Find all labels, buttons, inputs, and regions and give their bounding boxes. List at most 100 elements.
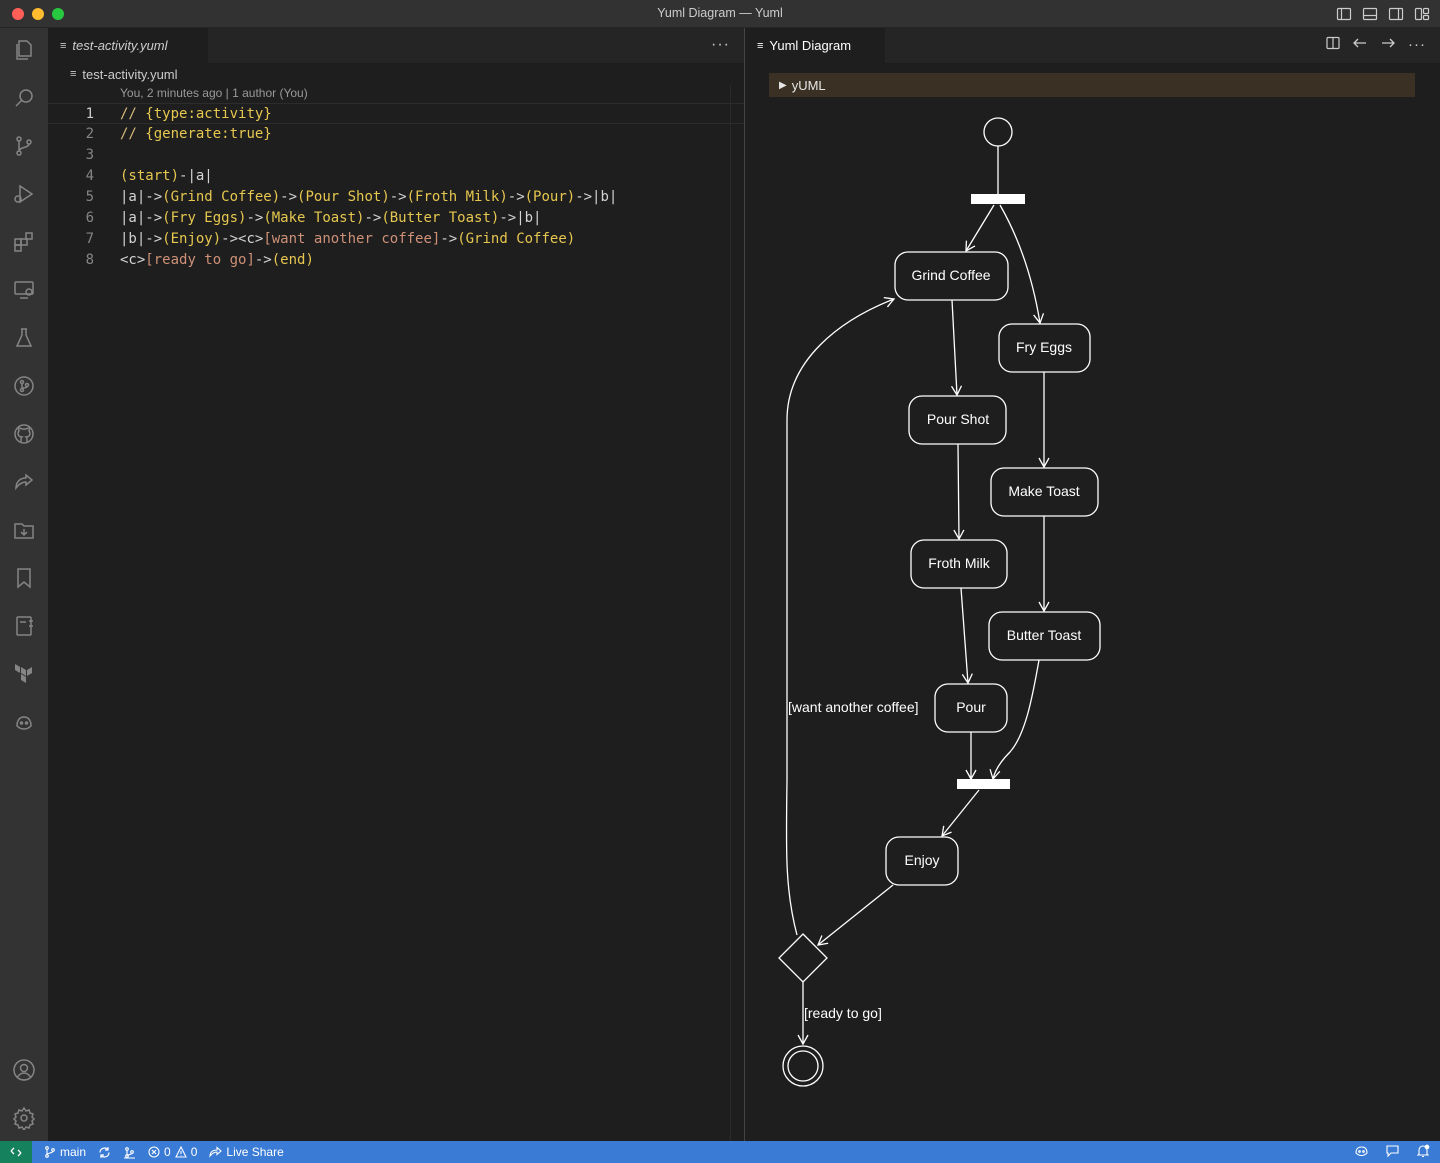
account-icon[interactable] (12, 1058, 36, 1082)
live-share-status-icon (209, 1146, 223, 1158)
code-token: |a|-> (120, 189, 163, 205)
toggle-primary-sidebar-icon[interactable] (1336, 6, 1352, 22)
node-butter-toast-label: Butter Toast (1007, 627, 1082, 643)
notebook-icon[interactable] (12, 614, 36, 638)
remote-indicator-button[interactable] (0, 1141, 32, 1163)
warning-count: 0 (190, 1145, 198, 1159)
breadcrumb-file[interactable]: test-activity.yuml (82, 67, 177, 82)
git-graph-status-button[interactable] (123, 1146, 136, 1159)
testing-icon[interactable] (12, 326, 36, 350)
line-number: 5 (85, 189, 94, 205)
decision-node (778, 933, 828, 983)
tab-label: test-activity.yuml (72, 38, 168, 53)
code-line[interactable]: 2 // {generate:true} (48, 124, 744, 145)
files-icon[interactable] (12, 38, 36, 62)
line-text: |b|->(Enjoy)-><c>[want another coffee]->… (120, 229, 575, 250)
live-share-icon[interactable] (12, 470, 36, 494)
node-fry-eggs-label: Fry Eggs (1016, 339, 1072, 355)
edge-fork-grind (965, 204, 995, 253)
line-text: (start)-|a| (120, 166, 213, 187)
file-lines-icon: ≡ (70, 68, 77, 80)
activity-bar (0, 28, 48, 1141)
end-node-inner (787, 1050, 819, 1082)
start-node (983, 117, 1013, 147)
code-token: -> (389, 189, 407, 205)
feedback-icon[interactable] (1385, 1144, 1400, 1161)
code-token: (start) (120, 168, 180, 184)
guard-ready-to-go: [ready to go] (804, 1005, 882, 1021)
node-enjoy-label: Enjoy (904, 852, 939, 868)
editor-scrollbar[interactable] (730, 85, 744, 1141)
node-pour-label: Pour (956, 699, 986, 715)
remote-explorer-icon[interactable] (12, 278, 36, 302)
code-token: -> (280, 189, 298, 205)
branch-indicator[interactable]: main (44, 1145, 86, 1159)
line-number: 6 (85, 210, 94, 226)
notifications-bell-icon[interactable] (1416, 1144, 1430, 1161)
code-token: [want another coffee] (263, 231, 441, 247)
extensions-icon[interactable] (12, 230, 36, 254)
line-number: 4 (85, 168, 94, 184)
code-line[interactable]: 4 (start)-|a| (48, 166, 744, 187)
code-token: // (120, 106, 146, 122)
code-line[interactable]: 7 |b|->(Enjoy)-><c>[want another coffee]-… (48, 229, 744, 250)
code-token: (Pour) (524, 189, 576, 205)
error-count: 0 (164, 1145, 171, 1159)
toggle-panel-icon[interactable] (1362, 6, 1378, 22)
source-control-icon[interactable] (12, 134, 36, 158)
line-number: 8 (85, 252, 94, 268)
code-line[interactable]: 1 // {type:activity} (48, 103, 744, 124)
line-number: 3 (85, 147, 94, 163)
code-token: (Froth Milk) (406, 189, 508, 205)
end-node-outer (782, 1045, 824, 1087)
terraform-icon[interactable] (12, 662, 36, 686)
editor-tab-bar: ≡ test-activity.yuml ··· (48, 28, 744, 63)
code-token: -|a| (179, 168, 213, 184)
line-number: 7 (85, 231, 94, 247)
live-share-button[interactable]: Live Share (209, 1145, 284, 1159)
line-text: // {generate:true} (120, 124, 272, 145)
code-token: (Butter Toast) (381, 210, 500, 226)
join-bar-b (957, 779, 1010, 789)
fork-bar-a (971, 194, 1025, 204)
toggle-secondary-sidebar-icon[interactable] (1388, 6, 1404, 22)
node-pour-shot-label: Pour Shot (927, 411, 989, 427)
branch-icon (45, 1146, 55, 1158)
bookmarks-icon[interactable] (12, 566, 36, 590)
code-line[interactable]: 3 (48, 145, 744, 166)
git-blame-codelens[interactable]: You, 2 minutes ago | 1 author (You) (120, 86, 308, 100)
copilot-status-icon[interactable] (1354, 1144, 1369, 1161)
code-line[interactable]: 5 |a|->(Grind Coffee)->(Pour Shot)->(Frot… (48, 187, 744, 208)
code-token: (Grind Coffee) (162, 189, 281, 205)
line-text: <c>[ready to go]->(end) (120, 250, 314, 271)
line-text: // {type:activity} (120, 104, 272, 125)
warning-icon (174, 1146, 187, 1158)
code-line[interactable]: 6 |a|->(Fry Eggs)->(Make Toast)->(Butter … (48, 208, 744, 229)
git-graph-icon[interactable] (12, 374, 36, 398)
code-token: (Enjoy) (162, 231, 222, 247)
breadcrumb[interactable]: ≡ test-activity.yuml (48, 63, 744, 85)
edge-froth-pour (960, 587, 973, 685)
window-title: Yuml Diagram — Yuml (657, 6, 783, 20)
code-token: <c> (120, 252, 146, 268)
settings-gear-icon[interactable] (12, 1106, 36, 1130)
tab-test-activity-yuml[interactable]: ≡ test-activity.yuml (48, 28, 208, 63)
search-icon[interactable] (12, 86, 36, 110)
guard-want-another-coffee: [want another coffee] (788, 699, 919, 715)
code-lines[interactable]: 1 // {type:activity} 2 // {generate:true} 3 4… (48, 103, 744, 271)
problems-indicator[interactable]: 0 0 (148, 1145, 197, 1159)
customize-layout-icon[interactable] (1414, 6, 1430, 22)
github-icon[interactable] (12, 422, 36, 446)
code-token: (Grind Coffee) (457, 231, 576, 247)
sync-button[interactable] (98, 1146, 111, 1159)
download-icon[interactable] (12, 518, 36, 542)
edge-enjoy-decision (816, 884, 894, 946)
code-line[interactable]: 8 <c>[ready to go]->(end) (48, 250, 744, 271)
copilot-icon[interactable] (12, 710, 36, 734)
run-debug-icon[interactable] (12, 182, 36, 206)
code-token: |a|-> (120, 210, 163, 226)
code-token: [ready to go] (145, 252, 255, 268)
code-token: {generate:true} (145, 126, 272, 142)
editor-more-actions-button[interactable]: ··· (711, 36, 730, 54)
file-lines-icon: ≡ (60, 39, 67, 52)
